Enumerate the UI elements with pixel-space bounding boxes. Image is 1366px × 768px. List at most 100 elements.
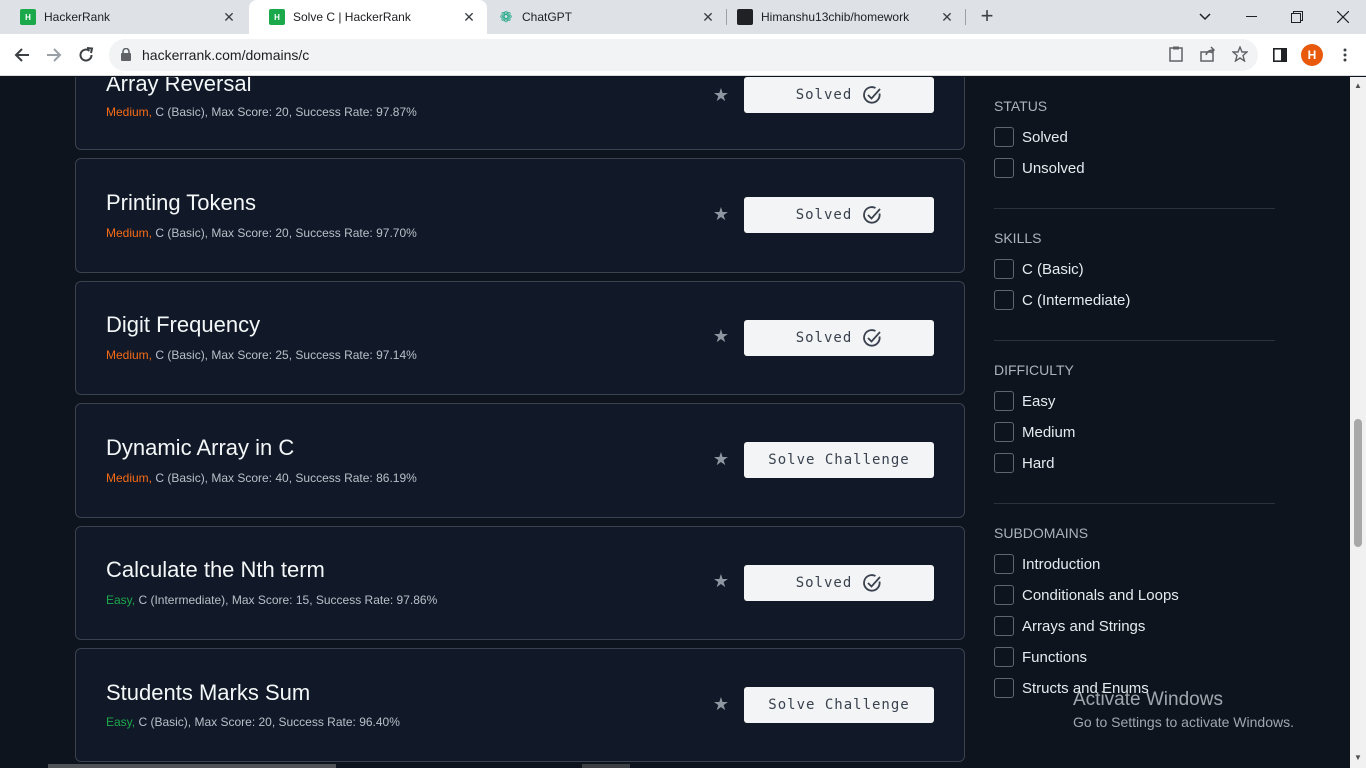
scroll-up-arrow-icon[interactable]: ▲ [1353,81,1363,91]
solve-challenge-button[interactable]: Solve Challenge [744,442,934,478]
forward-arrow-icon[interactable] [40,41,68,69]
checkbox[interactable] [994,422,1014,442]
checkbox[interactable] [994,127,1014,147]
new-tab-button[interactable]: + [974,4,1000,30]
bookmark-star-icon[interactable]: ★ [712,86,730,104]
challenge-card[interactable]: Dynamic Array in C Medium, C (Basic), Ma… [75,403,965,518]
scroll-down-arrow-icon[interactable]: ▼ [1353,753,1363,763]
filter-skill-c-intermediate[interactable]: C (Intermediate) [994,290,1130,310]
tab-github-homework[interactable]: Himanshu13chib/homework ✕ [717,0,965,34]
filter-status-unsolved[interactable]: Unsolved [994,158,1085,178]
solved-button[interactable]: Solved [744,77,934,113]
profile-avatar[interactable]: H [1301,44,1323,66]
challenge-details: C (Basic), Max Score: 20, Success Rate: … [152,226,417,240]
tab-search-chevron-icon[interactable] [1182,0,1228,34]
checkbox[interactable] [994,678,1014,698]
checkbox[interactable] [994,290,1014,310]
filter-label: C (Basic) [1022,260,1084,278]
tab-chatgpt[interactable]: ❁ ChatGPT ✕ [478,0,726,34]
subdomains-filter-title: SUBDOMAINS [994,525,1089,541]
solved-button[interactable]: Solved [744,197,934,233]
challenge-meta: Medium, C (Basic), Max Score: 40, Succes… [106,471,417,485]
filter-subdomain-arrays-strings[interactable]: Arrays and Strings [994,616,1145,636]
checkbox[interactable] [994,259,1014,279]
challenge-card[interactable]: Digit Frequency Medium, C (Basic), Max S… [75,281,965,395]
difficulty-label: Medium, [106,105,153,119]
filter-difficulty-easy[interactable]: Easy [994,391,1055,411]
checkbox[interactable] [994,453,1014,473]
bookmark-star-icon[interactable]: ★ [712,450,730,468]
horizontal-scrollbar-thumb[interactable] [48,764,336,768]
tab-title: Solve C | HackerRank [293,10,411,24]
solved-button[interactable]: Solved [744,320,934,356]
challenge-details: C (Basic), Max Score: 25, Success Rate: … [152,348,417,362]
filter-label: Medium [1022,423,1076,441]
restore-button[interactable] [1274,0,1320,34]
bookmark-star-icon[interactable]: ★ [712,572,730,590]
solve-challenge-button[interactable]: Solve Challenge [744,687,934,723]
challenge-title[interactable]: Students Marks Sum [106,680,310,706]
challenge-title[interactable]: Dynamic Array in C [106,435,294,461]
checkbox[interactable] [994,616,1014,636]
challenge-meta: Easy, C (Intermediate), Max Score: 15, S… [106,593,437,607]
minimize-button[interactable] [1228,0,1274,34]
filter-skill-c-basic[interactable]: C (Basic) [994,259,1084,279]
divider [994,208,1275,209]
check-circle-icon [862,573,882,593]
browser-menu-icon[interactable] [1331,41,1359,69]
filter-label: Functions [1022,648,1088,666]
filter-label: Arrays and Strings [1022,617,1146,635]
difficulty-label: Easy, [106,593,136,607]
bookmark-star-icon[interactable]: ★ [712,695,730,713]
scrollbar-thumb[interactable] [1354,419,1362,547]
checkbox[interactable] [994,585,1014,605]
solved-button[interactable]: Solved [744,565,934,601]
challenge-card[interactable]: Calculate the Nth term Easy, C (Intermed… [75,526,965,640]
filter-subdomain-functions[interactable]: Functions [994,647,1087,667]
close-tab-icon[interactable]: ✕ [939,9,955,25]
challenge-title[interactable]: Digit Frequency [106,312,260,338]
challenge-meta: Medium, C (Basic), Max Score: 25, Succes… [106,348,417,362]
bookmark-star-icon[interactable]: ★ [712,327,730,345]
filter-label: Conditionals and Loops [1022,586,1179,604]
reload-icon[interactable] [72,41,100,69]
status-filter-title: STATUS [994,98,1048,114]
challenge-card[interactable]: Array Reversal Medium, C (Basic), Max Sc… [75,77,965,150]
close-tab-icon[interactable]: ✕ [700,9,716,25]
checkbox[interactable] [994,158,1014,178]
filter-subdomain-introduction[interactable]: Introduction [994,554,1100,574]
tab-solve-c[interactable]: H Solve C | HackerRank ✕ [249,0,487,34]
checkbox[interactable] [994,647,1014,667]
lock-icon[interactable] [121,47,131,66]
side-panel-icon[interactable] [1266,41,1294,69]
bookmark-star-icon[interactable] [1231,45,1249,64]
button-label: Solved [795,330,853,346]
activate-windows-title: Activate Windows [1073,689,1223,710]
close-tab-icon[interactable]: ✕ [461,9,477,25]
challenge-card[interactable]: Printing Tokens Medium, C (Basic), Max S… [75,158,965,273]
bookmark-star-icon[interactable]: ★ [712,205,730,223]
challenge-card[interactable]: Students Marks Sum Easy, C (Basic), Max … [75,648,965,762]
filter-difficulty-medium[interactable]: Medium [994,422,1075,442]
close-window-button[interactable] [1320,0,1366,34]
challenge-title[interactable]: Printing Tokens [106,190,256,216]
back-arrow-icon[interactable] [8,41,36,69]
tab-title: ChatGPT [522,10,573,24]
close-tab-icon[interactable]: ✕ [221,9,237,25]
filter-subdomain-conditionals-loops[interactable]: Conditionals and Loops [994,585,1179,605]
checkbox[interactable] [994,554,1014,574]
vertical-scrollbar[interactable]: ▲ ▼ [1350,77,1366,768]
browser-toolbar: hackerrank.com/domains/c H [0,34,1366,76]
challenge-meta: Easy, C (Basic), Max Score: 20, Success … [106,715,400,729]
challenge-title[interactable]: Calculate the Nth term [106,557,325,583]
save-page-icon[interactable] [1167,46,1185,64]
filter-label: C (Intermediate) [1022,291,1131,309]
browser-tab-bar: H HackerRank ✕ H Solve C | HackerRank ✕ … [0,0,1366,34]
challenge-title[interactable]: Array Reversal [106,77,251,97]
tab-hackerrank[interactable]: H HackerRank ✕ [0,0,247,34]
address-bar[interactable]: hackerrank.com/domains/c [109,39,1258,71]
share-icon[interactable] [1199,46,1217,64]
filter-status-solved[interactable]: Solved [994,127,1068,147]
filter-difficulty-hard[interactable]: Hard [994,453,1055,473]
checkbox[interactable] [994,391,1014,411]
